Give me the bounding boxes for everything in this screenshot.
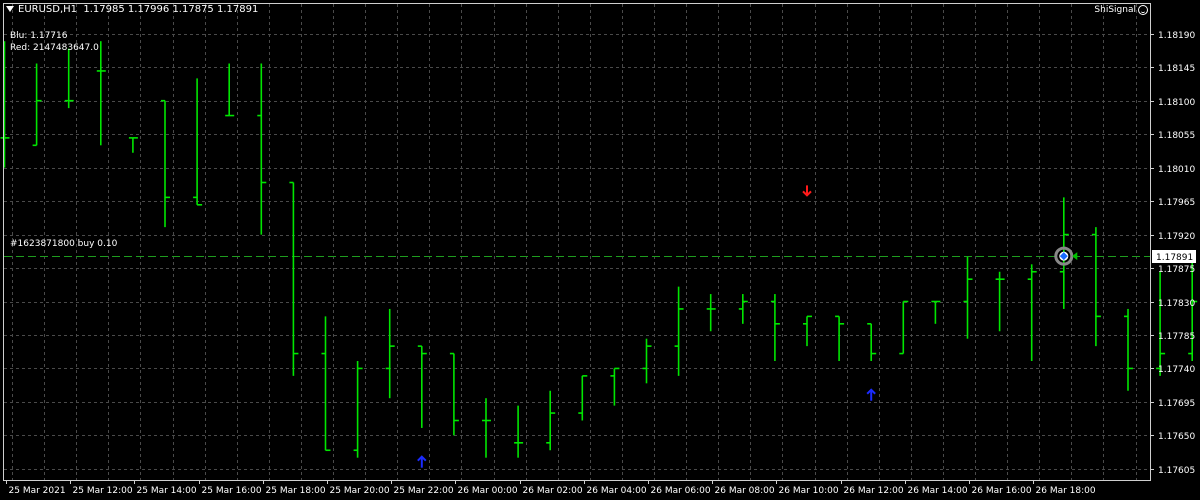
x-tick-label: 26 Mar 06:00 — [651, 486, 711, 496]
current-price-label: 1.17891 — [1152, 250, 1196, 263]
signal-indicator-name: ShiSignal — [1094, 5, 1136, 15]
red-value: Red: 2147483647.0 — [10, 43, 99, 53]
dropdown-triangle-icon[interactable] — [6, 6, 14, 12]
x-tick-label: 26 Mar 10:00 — [779, 486, 839, 496]
y-tick-label: 1.18190 — [1158, 31, 1195, 41]
y-tick-label: 1.17920 — [1158, 232, 1195, 242]
y-tick-label: 1.17785 — [1158, 332, 1195, 342]
y-tick-label: 1.18010 — [1158, 165, 1195, 175]
x-tick-label: 26 Mar 02:00 — [523, 486, 583, 496]
signal-indicator: ShiSignal — [1094, 5, 1148, 15]
x-tick-label: 26 Mar 12:00 — [844, 486, 904, 496]
y-tick-label: 1.17695 — [1158, 399, 1195, 409]
y-tick-label: 1.18145 — [1158, 64, 1195, 74]
y-tick-label: 1.17965 — [1158, 198, 1195, 208]
chart-window: 1.18190 1.18145 1.18100 1.18055 1.18010 1.179… — [0, 0, 1200, 500]
x-tick-label: 25 Mar 18:00 — [266, 486, 326, 496]
blu-value: Blu: 1.17716 — [10, 31, 68, 41]
x-tick-label: 25 Mar 22:00 — [394, 486, 454, 496]
x-tick-label: 26 Mar 16:00 — [972, 486, 1032, 496]
ohlc-values: 1.17985 1.17996 1.17875 1.17891 — [83, 4, 259, 15]
x-tick-label: 25 Mar 16:00 — [202, 486, 262, 496]
x-tick-label: 26 Mar 04:00 — [587, 486, 647, 496]
x-tick-label: 26 Mar 00:00 — [458, 486, 518, 496]
smiley-icon — [1138, 5, 1148, 15]
y-tick-label: 1.17830 — [1158, 299, 1195, 309]
y-tick-label: 1.17875 — [1158, 265, 1195, 275]
x-tick-label: 26 Mar 14:00 — [908, 486, 968, 496]
y-tick-label: 1.17740 — [1158, 365, 1195, 375]
y-tick-label: 1.18055 — [1158, 131, 1195, 141]
y-tick-label: 1.17650 — [1158, 432, 1195, 442]
x-tick-label: 25 Mar 12:00 — [73, 486, 133, 496]
order-label[interactable]: #1623871800 buy 0.10 — [10, 239, 117, 249]
plot-background — [0, 0, 1200, 500]
y-tick-label: 1.18100 — [1158, 98, 1195, 108]
chart-header: EURUSD,H1 1.17985 1.17996 1.17875 1.1789… — [6, 4, 258, 15]
price-label-text: 1.17891 — [1156, 253, 1193, 263]
y-tick-label: 1.17605 — [1158, 466, 1195, 476]
x-tick-label: 25 Mar 14:00 — [137, 486, 197, 496]
x-tick-label: 26 Mar 18:00 — [1036, 486, 1096, 496]
symbol-timeframe: EURUSD,H1 — [18, 4, 78, 15]
x-tick-label: 25 Mar 2021 — [9, 486, 66, 496]
x-tick-label: 26 Mar 08:00 — [715, 486, 775, 496]
x-tick-label: 25 Mar 20:00 — [330, 486, 390, 496]
